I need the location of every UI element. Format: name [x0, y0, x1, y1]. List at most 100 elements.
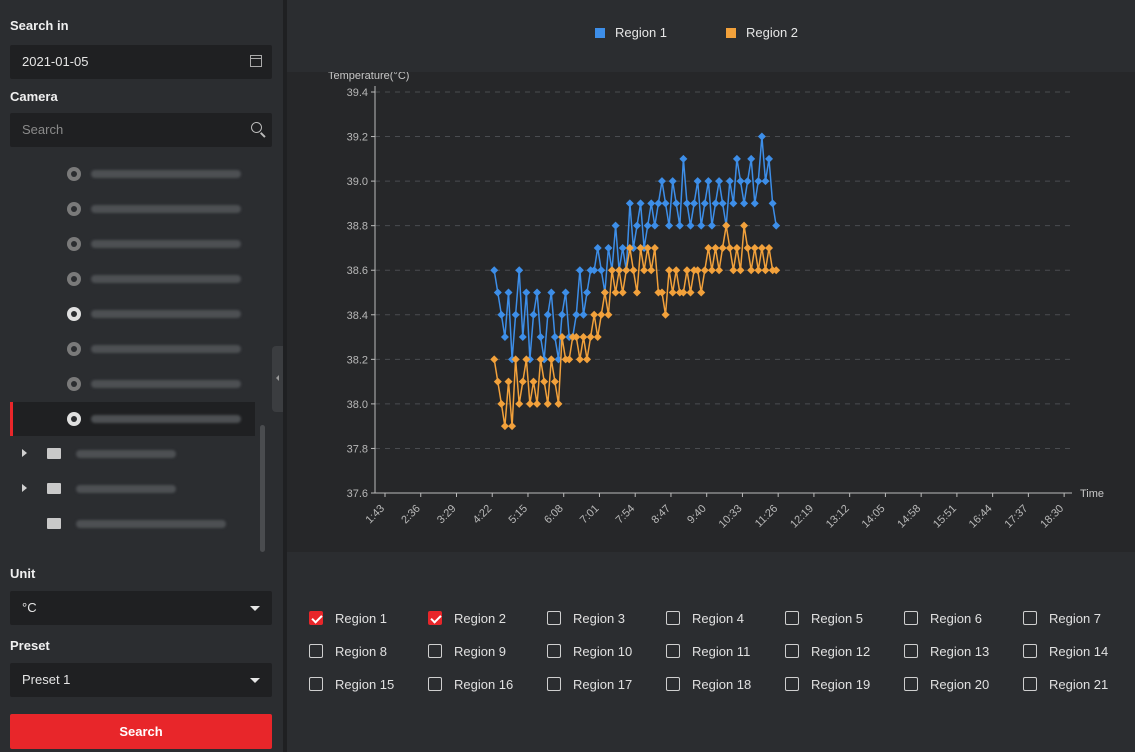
data-point — [561, 288, 570, 297]
checkbox-box[interactable] — [428, 677, 442, 691]
checkbox-box[interactable] — [785, 644, 799, 658]
data-point — [682, 199, 691, 208]
data-point — [622, 266, 631, 275]
data-point — [647, 266, 656, 275]
data-point — [765, 154, 774, 163]
checkbox-box[interactable] — [547, 611, 561, 625]
data-point — [754, 266, 763, 275]
y-tick-label: 38.4 — [347, 310, 368, 322]
data-point — [572, 310, 581, 319]
checkbox-box[interactable] — [309, 611, 323, 625]
folder-item[interactable] — [10, 437, 255, 471]
data-point — [515, 266, 524, 275]
checkbox-box[interactable] — [1023, 611, 1037, 625]
checkbox-box[interactable] — [309, 644, 323, 658]
data-point — [493, 288, 502, 297]
preset-label: Preset — [10, 638, 50, 653]
data-point — [711, 243, 720, 252]
search-button[interactable]: Search — [10, 714, 272, 749]
tree-scrollbar[interactable] — [260, 425, 265, 552]
preset-value: Preset 1 — [22, 672, 71, 687]
camera-icon — [67, 377, 81, 391]
date-field[interactable]: 2021-01-05 — [10, 45, 272, 79]
collapse-panel-handle[interactable] — [272, 346, 283, 412]
camera-search-input[interactable]: Search — [10, 113, 272, 147]
y-tick-label: 37.8 — [347, 443, 368, 455]
data-point — [615, 266, 624, 275]
unit-select[interactable]: °C — [10, 591, 272, 625]
camera-item[interactable] — [10, 227, 255, 261]
checkbox-label: Region 13 — [930, 644, 990, 659]
data-point — [718, 243, 727, 252]
data-point — [707, 221, 716, 230]
checkbox-label: Region 7 — [1049, 611, 1102, 626]
checkbox-box[interactable] — [666, 611, 680, 625]
data-point — [640, 266, 649, 275]
camera-icon — [67, 342, 81, 356]
data-point — [650, 243, 659, 252]
series-line-region-2 — [493, 225, 777, 427]
legend-item-region-2[interactable]: Region 2 — [726, 25, 798, 40]
data-point — [583, 355, 592, 364]
checkbox-box[interactable] — [547, 677, 561, 691]
camera-item[interactable] — [10, 297, 255, 331]
calendar-icon[interactable] — [250, 55, 262, 67]
checkbox-box[interactable] — [1023, 644, 1037, 658]
data-point — [493, 377, 502, 386]
checkbox-label: Region 6 — [930, 611, 983, 626]
data-point — [754, 177, 763, 186]
checkbox-label: Region 3 — [573, 611, 626, 626]
checkbox-box[interactable] — [428, 611, 442, 625]
checkbox-box[interactable] — [547, 644, 561, 658]
data-point — [504, 377, 513, 386]
camera-name-redacted — [91, 345, 241, 353]
folder-item[interactable] — [10, 472, 255, 506]
data-point — [504, 288, 513, 297]
expand-arrow-icon[interactable] — [22, 449, 27, 457]
checkbox-box[interactable] — [785, 611, 799, 625]
camera-item[interactable] — [10, 157, 255, 191]
legend-item-region-1[interactable]: Region 1 — [595, 25, 667, 40]
search-icon[interactable] — [251, 122, 262, 133]
data-point — [690, 199, 699, 208]
expand-arrow-icon[interactable] — [22, 484, 27, 492]
data-point — [597, 310, 606, 319]
preset-select[interactable]: Preset 1 — [10, 663, 272, 697]
checkbox-box[interactable] — [904, 644, 918, 658]
data-point — [550, 333, 559, 342]
checkbox-box[interactable] — [666, 644, 680, 658]
x-tick-label: 12:19 — [788, 503, 816, 531]
camera-item[interactable] — [10, 192, 255, 226]
unit-value: °C — [22, 600, 37, 615]
checkbox-box[interactable] — [1023, 677, 1037, 691]
data-point — [715, 177, 724, 186]
data-point — [618, 288, 627, 297]
checkbox-box[interactable] — [904, 611, 918, 625]
y-tick-label: 39.4 — [347, 87, 368, 99]
camera-item-selected[interactable] — [10, 402, 255, 436]
data-point — [665, 221, 674, 230]
folder-item[interactable] — [10, 507, 255, 541]
camera-item[interactable] — [10, 332, 255, 366]
data-point — [529, 377, 538, 386]
camera-search-placeholder: Search — [22, 122, 64, 137]
checkbox-box[interactable] — [428, 644, 442, 658]
data-point — [547, 288, 556, 297]
x-tick-label: 8:47 — [649, 503, 673, 527]
checkbox-box[interactable] — [904, 677, 918, 691]
data-point — [697, 288, 706, 297]
data-point — [611, 221, 620, 230]
data-point — [500, 333, 509, 342]
data-point — [618, 243, 627, 252]
checkbox-label: Region 15 — [335, 677, 395, 692]
camera-name-redacted — [91, 170, 241, 178]
camera-item[interactable] — [10, 367, 255, 401]
checkbox-box[interactable] — [309, 677, 323, 691]
checkbox-box[interactable] — [785, 677, 799, 691]
data-point — [765, 243, 774, 252]
camera-item[interactable] — [10, 262, 255, 296]
data-point — [629, 266, 638, 275]
checkbox-box[interactable] — [666, 677, 680, 691]
data-point — [518, 333, 527, 342]
data-point — [707, 266, 716, 275]
